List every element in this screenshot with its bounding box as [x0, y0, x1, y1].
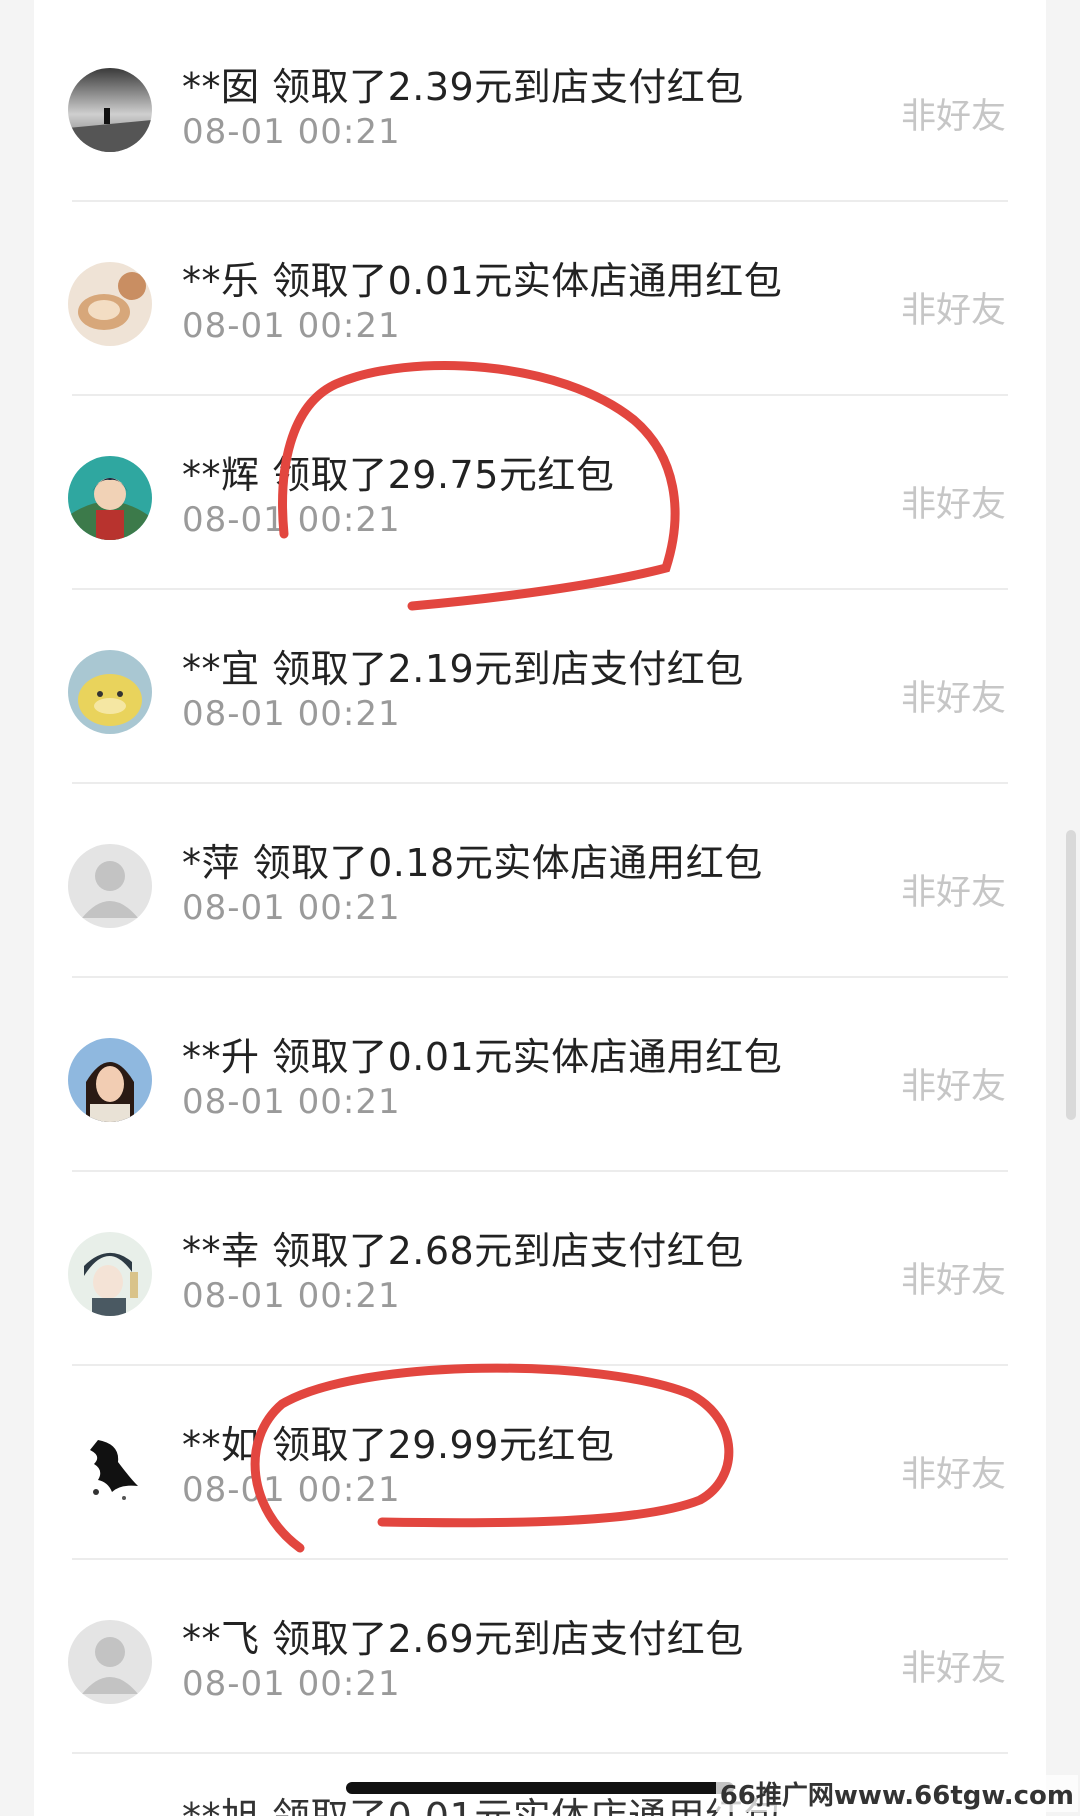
avatar[interactable]: [68, 1038, 152, 1122]
scrollbar-thumb[interactable]: [1066, 830, 1076, 1120]
user-name: **幸: [182, 1229, 260, 1273]
claim-action: 领取了0.01元实体店通用红包: [272, 1035, 783, 1079]
claim-text: **宜 领取了2.19元到店支付红包: [182, 638, 744, 693]
red-packet-claim-list: **囡 领取了2.39元到店支付红包 08-01 00:21 非好友 **乐 领…: [34, 0, 1046, 1816]
claim-action: 领取了2.19元到店支付红包: [272, 647, 744, 691]
avatar[interactable]: [68, 1620, 152, 1704]
avatar[interactable]: [68, 68, 152, 152]
claim-time: 08-01 00:21: [182, 1664, 401, 1704]
avatar[interactable]: [68, 844, 152, 928]
user-name: **宜: [182, 647, 260, 691]
user-name: *萍: [182, 841, 241, 885]
list-item[interactable]: **囡 领取了2.39元到店支付红包 08-01 00:21 非好友: [34, 8, 1046, 202]
claim-action: 领取了29.99元红包: [272, 1423, 615, 1467]
claim-text: *萍 领取了0.18元实体店通用红包: [182, 832, 763, 887]
claim-time: 08-01 00:21: [182, 500, 401, 540]
friend-status-label: 非好友: [900, 873, 1006, 913]
claim-text: **飞 领取了2.69元到店支付红包: [182, 1608, 744, 1663]
list-item[interactable]: **辉 领取了29.75元红包 08-01 00:21 非好友: [34, 396, 1046, 590]
list-item[interactable]: **升 领取了0.01元实体店通用红包 08-01 00:21 非好友: [34, 978, 1046, 1172]
claim-action: 领取了2.69元到店支付红包: [272, 1617, 744, 1661]
claim-text: **囡 领取了2.39元到店支付红包: [182, 56, 744, 111]
row-divider: [72, 1752, 1008, 1754]
claim-action: 领取了2.39元到店支付红包: [272, 65, 744, 109]
claim-action: 领取了0.01元实体店通用红包: [272, 259, 783, 303]
user-name: **如: [182, 1423, 260, 1467]
friend-status-label: 非好友: [900, 1067, 1006, 1107]
claim-text: **乐 领取了0.01元实体店通用红包: [182, 250, 782, 305]
claim-time: 08-01 00:21: [182, 694, 401, 734]
claim-time: 08-01 00:21: [182, 306, 401, 346]
list-item[interactable]: **幸 领取了2.68元到店支付红包 08-01 00:21 非好友: [34, 1172, 1046, 1366]
user-name: **辉: [182, 453, 260, 497]
friend-status-label: 非好友: [900, 1649, 1006, 1689]
claim-time: 08-01 00:21: [182, 1276, 401, 1316]
list-item[interactable]: **飞 领取了2.69元到店支付红包 08-01 00:21 非好友: [34, 1560, 1046, 1754]
friend-status-label: 非好友: [900, 1261, 1006, 1301]
friend-status-label: 非好友: [900, 485, 1006, 525]
claim-action: 领取了29.75元红包: [272, 453, 615, 497]
claim-text: **升 领取了0.01元实体店通用红包: [182, 1026, 782, 1081]
friend-status-label: 非好友: [900, 97, 1006, 137]
avatar[interactable]: [68, 456, 152, 540]
user-name: **囡: [182, 65, 260, 109]
claim-time: 08-01 00:21: [182, 888, 401, 928]
claim-action: 领取了2.68元到店支付红包: [272, 1229, 744, 1273]
home-indicator[interactable]: [346, 1782, 734, 1794]
claim-text: **如 领取了29.99元红包: [182, 1414, 614, 1469]
list-item[interactable]: **宜 领取了2.19元到店支付红包 08-01 00:21 非好友: [34, 590, 1046, 784]
watermark-text: 66推广网www.66tgw.com: [715, 1775, 1078, 1812]
friend-status-label: 非好友: [900, 291, 1006, 331]
claim-time: 08-01 00:21: [182, 1470, 401, 1510]
claim-action: 领取了0.18元实体店通用红包: [252, 841, 763, 885]
claim-time: 08-01 00:21: [182, 112, 401, 152]
claim-time: 08-01 00:21: [182, 1082, 401, 1122]
avatar[interactable]: [68, 262, 152, 346]
user-name: **飞: [182, 1617, 260, 1661]
friend-status-label: 非好友: [900, 679, 1006, 719]
user-name: **升: [182, 1035, 260, 1079]
claim-text: **辉 领取了29.75元红包: [182, 444, 614, 499]
avatar[interactable]: [68, 1426, 152, 1510]
avatar[interactable]: [68, 650, 152, 734]
list-item[interactable]: **乐 领取了0.01元实体店通用红包 08-01 00:21 非好友: [34, 202, 1046, 396]
list-item[interactable]: *萍 领取了0.18元实体店通用红包 08-01 00:21 非好友: [34, 784, 1046, 978]
list-item[interactable]: **如 领取了29.99元红包 08-01 00:21 非好友: [34, 1366, 1046, 1560]
avatar[interactable]: [68, 1232, 152, 1316]
claim-text: **幸 领取了2.68元到店支付红包: [182, 1220, 744, 1275]
friend-status-label: 非好友: [900, 1455, 1006, 1495]
user-name: **乐: [182, 259, 260, 303]
